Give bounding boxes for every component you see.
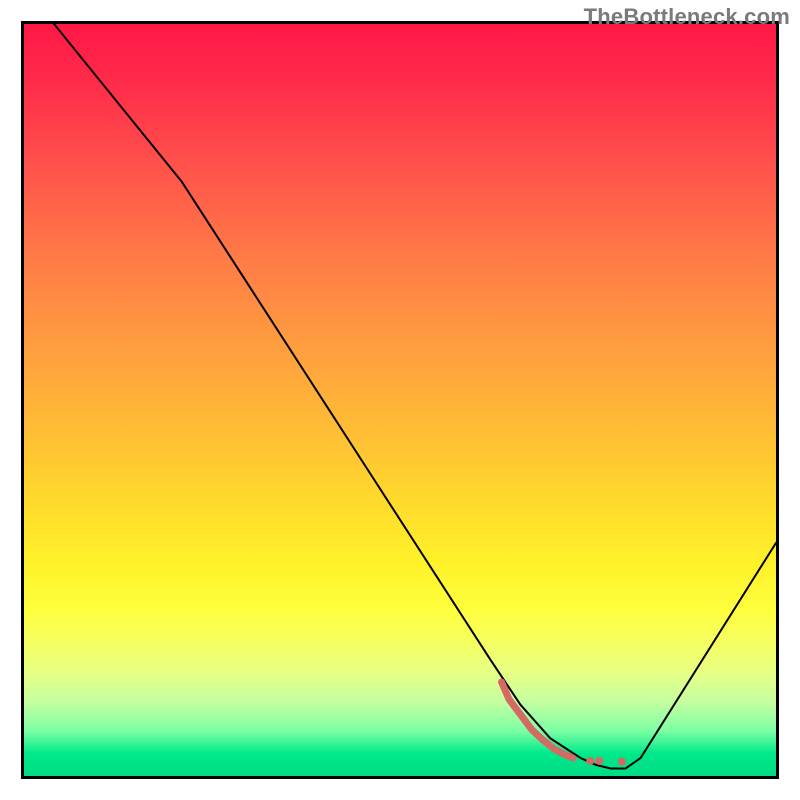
dot [586,757,594,765]
chart-svg [24,24,776,776]
dot [618,758,626,766]
dot [595,757,603,765]
series-curve [54,24,776,768]
watermark-text: TheBottleneck.com [584,4,790,30]
chart-container: TheBottleneck.com [0,0,800,800]
plot-area [21,21,779,779]
